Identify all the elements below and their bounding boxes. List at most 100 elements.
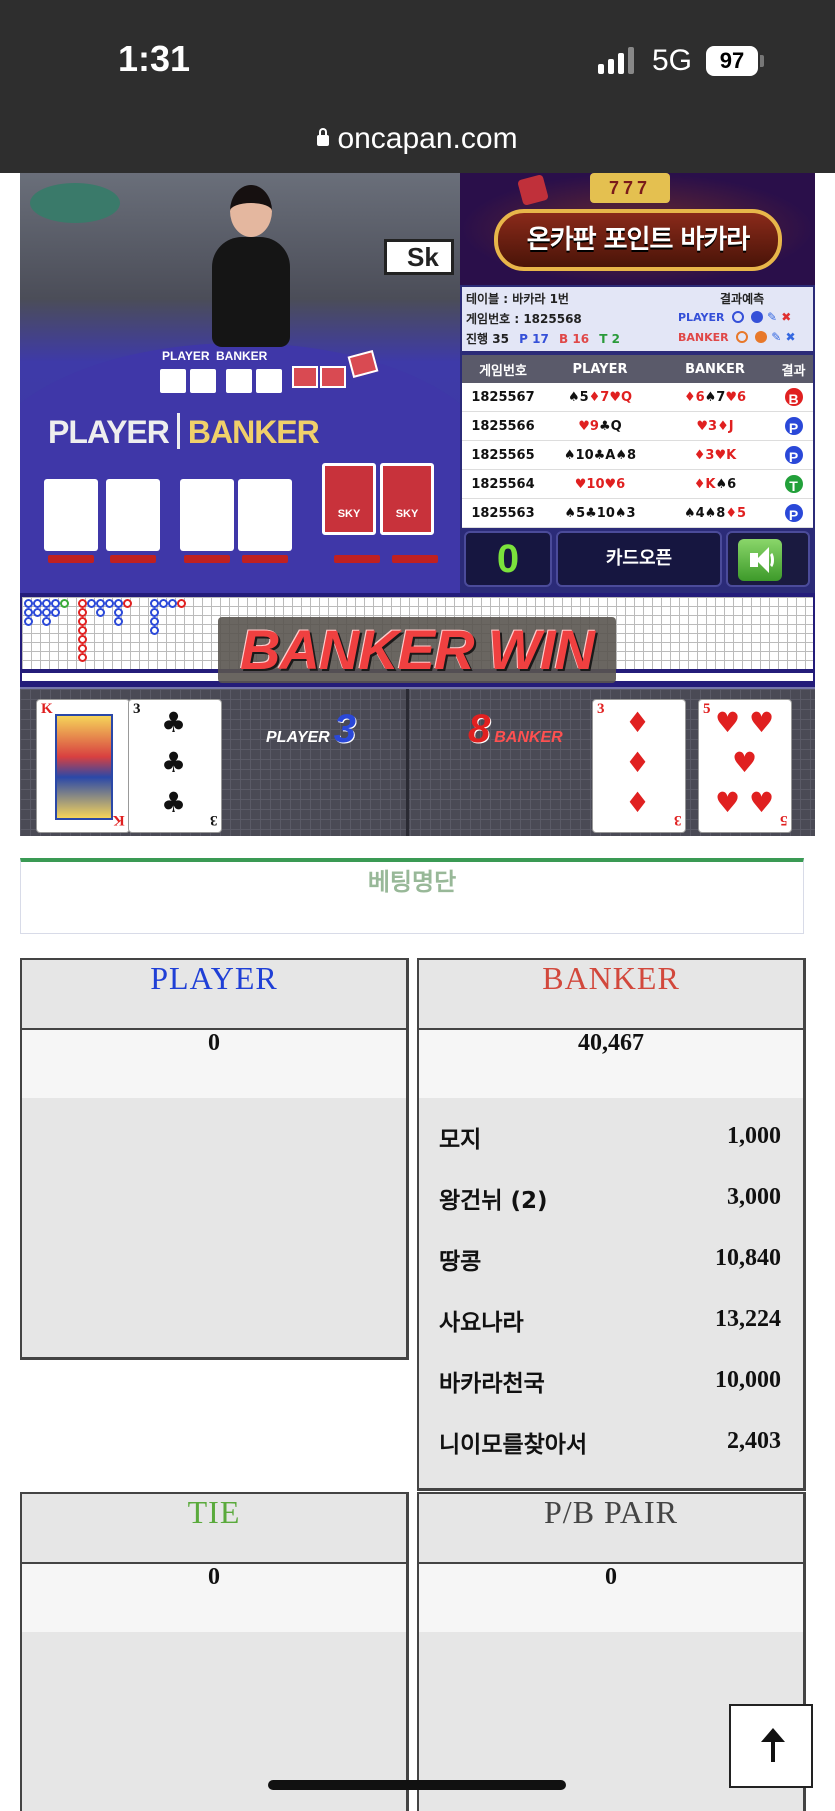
live-video: Sk PLAYER BANKER PLAYER BANKER SKY SKY: [20, 173, 460, 593]
card-pad: [242, 555, 288, 563]
bet-amount: 10,840: [715, 1245, 781, 1271]
win-banner: BANKER WIN: [218, 617, 616, 683]
battery-tip: [760, 55, 764, 67]
road-bead: [24, 617, 33, 626]
circle-outline-icon[interactable]: [731, 311, 744, 323]
result-player-cards: ♥10♥6: [544, 477, 656, 492]
address-bar[interactable]: oncapan.com: [0, 122, 835, 156]
card-pip: ♥: [749, 706, 775, 739]
result-game-no: 1825564: [471, 476, 535, 492]
result-badge: T: [782, 473, 805, 495]
col-game-no: 게임번호: [479, 363, 527, 379]
header-player: PLAYER: [48, 414, 170, 450]
card-rank: 3: [597, 701, 605, 717]
bettor-name: 사요나라: [439, 1309, 524, 1336]
arrow-up-icon: [761, 1728, 785, 1762]
col-banker: BANKER: [685, 361, 745, 377]
bettor-name: 왕건뉘 (2): [439, 1187, 548, 1214]
sound-control[interactable]: [726, 531, 810, 587]
banker-header: BANKER: [419, 960, 803, 1030]
road-bead: [150, 608, 159, 617]
card-pip: ♥: [715, 706, 741, 739]
result-badge: P: [782, 444, 805, 466]
table-card: [160, 369, 186, 393]
speaker-wave: [764, 551, 774, 569]
road-bead: [42, 608, 51, 617]
road-bead: [150, 626, 159, 635]
cellular-signal-icon: [598, 46, 634, 74]
card-pip: ♣: [161, 786, 187, 819]
road-bead: [96, 599, 105, 608]
card-text: ♠6: [715, 476, 737, 492]
close-icon[interactable]: ✖: [781, 310, 791, 324]
circle-outline-icon[interactable]: [735, 331, 748, 343]
card-rank: 5: [703, 701, 711, 717]
road-bead: [78, 635, 87, 644]
battery-icon: 97: [706, 46, 758, 76]
result-game-no: 1825567: [471, 389, 535, 405]
card-rank-bottom: 3: [209, 812, 218, 828]
dealt-card: [180, 479, 234, 551]
result-row: 1825564 ♥10♥6 ♦K♠6 T: [462, 470, 813, 499]
card-text: ♠5: [567, 389, 589, 405]
result-player-cards: ♥9♣Q: [544, 419, 656, 434]
speaker-icon[interactable]: [738, 539, 782, 581]
card-pad: [392, 555, 438, 563]
table-label-banker: BANKER: [216, 349, 268, 363]
bet-row: 땅콩 10,840: [439, 1228, 781, 1289]
col-player: PLAYER: [572, 361, 628, 377]
close-icon[interactable]: ✖: [785, 330, 795, 344]
status-bar: 1:31 5G 97 oncapan.com: [0, 0, 835, 173]
bet-row: 니이모를찾아서 2,403: [439, 1411, 781, 1472]
king-face: [55, 714, 113, 820]
bet-row: 모지 1,000: [439, 1106, 781, 1167]
result-row: 1825567 ♠5♦7♥Q ♦6♠7♥6 B: [462, 383, 813, 412]
banker-count: B 16: [559, 332, 590, 346]
pencil-icon[interactable]: ✎: [767, 310, 777, 324]
card-open-button[interactable]: 카드오픈: [556, 531, 722, 587]
pencil-icon[interactable]: ✎: [771, 330, 781, 344]
game-number: 게임번호 : 1825568: [466, 312, 582, 326]
result-cell: T: [774, 473, 813, 495]
logo-banner: 777 온카판 포인트 바카라: [460, 173, 815, 285]
circle-filled-icon[interactable]: [755, 331, 767, 343]
url-text: oncapan.com: [337, 122, 518, 155]
result-row: 1825563 ♠5♣10♠3 ♠4♠8♦5 P: [462, 499, 813, 528]
tie-bets-panel: TIE 0: [20, 1492, 409, 1811]
circle-filled-icon[interactable]: [750, 311, 763, 323]
road-bead: [78, 653, 87, 662]
card-text: ♥Q: [609, 389, 633, 405]
result-game-no: 1825563: [471, 505, 535, 521]
card-rank-bottom: 5: [779, 812, 788, 828]
card-text: ♠10: [563, 447, 594, 463]
card-pip: ♦: [625, 786, 651, 819]
baccarat-game: Sk PLAYER BANKER PLAYER BANKER SKY SKY 77…: [20, 173, 815, 836]
result-cell: P: [774, 444, 813, 466]
card-text: ♠4: [683, 505, 705, 521]
card-deck: [320, 366, 346, 388]
card-rank-bottom: 3: [673, 812, 682, 828]
result-cell: P: [774, 502, 813, 524]
dealt-card: [238, 479, 292, 551]
bet-row: 바카라천국 10,000: [439, 1350, 781, 1411]
banker-score-value: 8: [468, 707, 491, 751]
home-indicator[interactable]: [268, 1780, 566, 1790]
player-score-label: PLAYER: [266, 729, 330, 746]
result-player-cards: ♠5♦7♥Q: [544, 390, 656, 405]
card-text: ♦K: [693, 476, 716, 492]
card-text: ♦3: [693, 447, 715, 463]
betting-list-title: 베팅명단: [20, 858, 804, 934]
card-text: ♥6: [604, 476, 626, 492]
status-time: 1:31: [118, 38, 191, 79]
player-score-value: 3: [333, 707, 356, 751]
result-player-cards: ♠5♣10♠3: [544, 506, 656, 521]
tie-total: 0: [22, 1564, 406, 1632]
table-label-player: PLAYER: [162, 349, 210, 363]
player-total: 0: [22, 1030, 406, 1098]
road-bead: [60, 599, 69, 608]
scroll-to-top-button[interactable]: [729, 1704, 813, 1788]
dealt-result: K K 3 ♣ ♣ ♣ 3 PLAYER 3 8 BANKER 3 ♦ ♦ ♦ 3 …: [20, 687, 815, 836]
card-text: ♥K: [714, 447, 737, 463]
result-player-cards: ♠10♣A♠8: [544, 448, 656, 463]
dealer-figure: [200, 185, 300, 355]
